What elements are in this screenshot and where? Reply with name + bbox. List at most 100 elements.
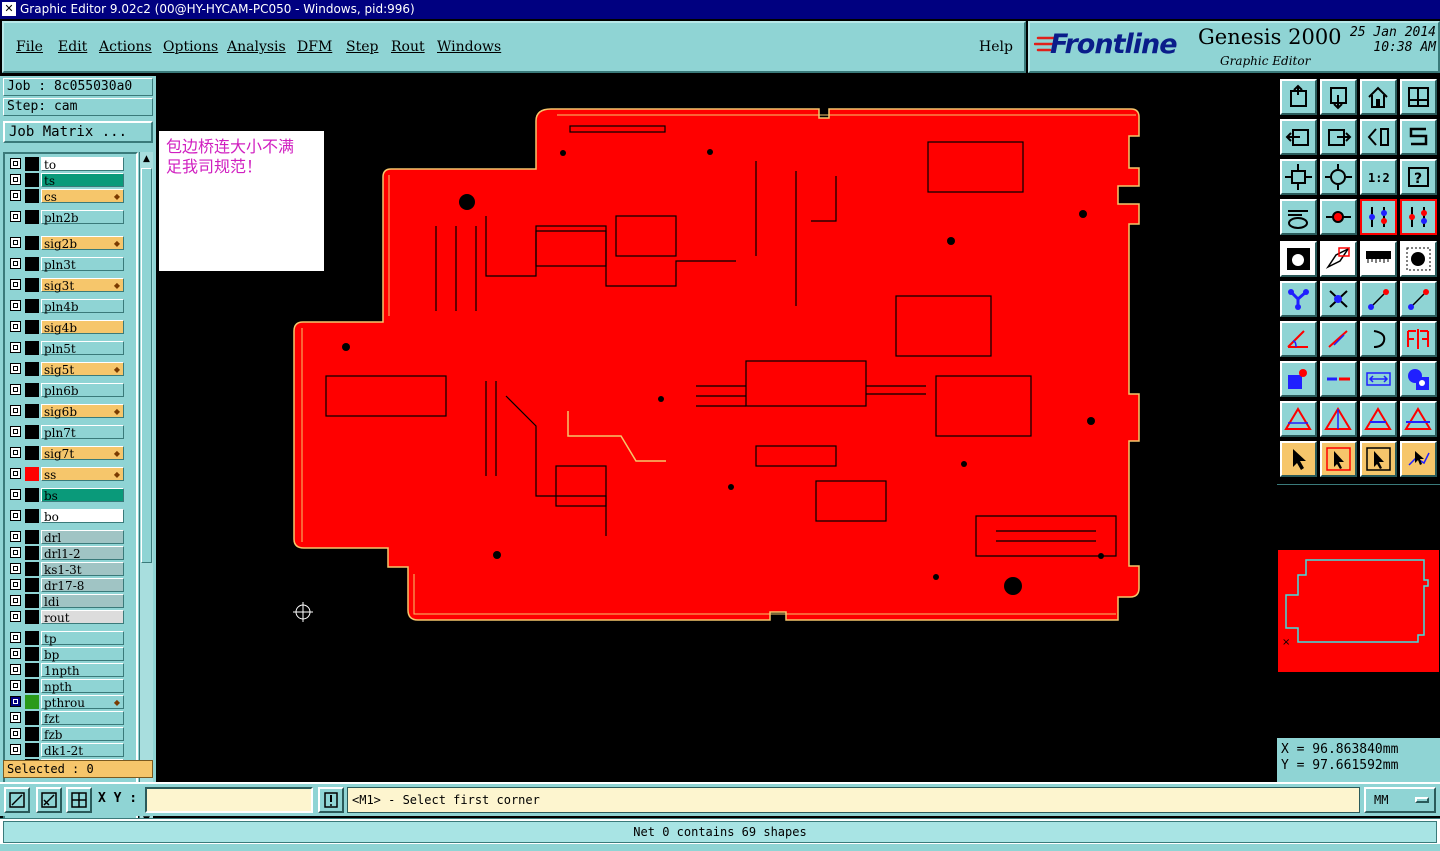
layer-checkbox[interactable] (10, 426, 21, 437)
snap-icon[interactable] (4, 787, 30, 813)
palette-settings-icon[interactable] (1280, 199, 1317, 235)
layer-row-pln4b[interactable]: pln4b (5, 298, 136, 314)
layer-color-swatch[interactable] (25, 236, 39, 250)
layer-color-swatch[interactable] (25, 383, 39, 397)
net-highlight-icon[interactable] (1360, 199, 1397, 235)
pad-select-icon[interactable] (1400, 241, 1437, 277)
xy-input[interactable] (145, 787, 313, 813)
menu-dfm[interactable]: DFM (297, 39, 332, 55)
select-pointer-icon[interactable] (1280, 441, 1317, 477)
pad-add-icon[interactable] (1280, 361, 1317, 397)
layer-row-tp[interactable]: tp (5, 630, 136, 646)
menu-options[interactable]: Options (163, 39, 218, 55)
layer-name[interactable]: pthrou ◆ (41, 695, 124, 710)
app-menu-icon[interactable]: ✕ (2, 2, 16, 16)
layer-color-swatch[interactable] (25, 631, 39, 645)
layer-name[interactable]: fzb (41, 727, 124, 742)
layer-color-swatch[interactable] (25, 663, 39, 677)
layer-row-dk1-2t[interactable]: dk1-2t (5, 742, 136, 758)
minimap-view[interactable]: × (1278, 550, 1439, 672)
add-net-icon[interactable] (1280, 281, 1317, 317)
triangle-fill-icon[interactable] (1360, 401, 1397, 437)
layer-color-swatch[interactable] (25, 679, 39, 693)
pan-left-icon[interactable] (1280, 119, 1317, 155)
layer-row-sig3t[interactable]: sig3t ◆ (5, 277, 136, 293)
layer-checkbox[interactable] (10, 712, 21, 723)
layer-name[interactable]: ss ◆ (41, 467, 124, 482)
graphic-canvas[interactable]: 包边桥连大小不满 足我司规范！ (156, 76, 1276, 782)
layer-color-swatch[interactable] (25, 257, 39, 271)
layer-name[interactable]: bs (41, 488, 124, 503)
layer-color-swatch[interactable] (25, 488, 39, 502)
layer-color-swatch[interactable] (25, 299, 39, 313)
layer-name[interactable]: pln3t (41, 257, 124, 272)
layer-checkbox[interactable] (10, 664, 21, 675)
layer-color-swatch[interactable] (25, 530, 39, 544)
layer-color-swatch[interactable] (25, 278, 39, 292)
triangle-tool-icon[interactable] (1280, 401, 1317, 437)
layer-row-bs[interactable]: bs (5, 487, 136, 503)
layer-checkbox[interactable] (10, 405, 21, 416)
grid-icon[interactable] (66, 787, 92, 813)
layer-name[interactable]: sig6b ◆ (41, 404, 124, 419)
scale-1-to-2-icon[interactable]: 1:2 (1360, 159, 1397, 195)
layer-color-swatch[interactable] (25, 362, 39, 376)
layer-color-swatch[interactable] (25, 425, 39, 439)
menu-actions[interactable]: Actions (99, 39, 152, 55)
flip-view-icon[interactable] (1360, 119, 1397, 155)
job-matrix-button[interactable]: Job Matrix ... (3, 121, 153, 143)
layer-color-swatch[interactable] (25, 404, 39, 418)
layer-color-swatch[interactable] (25, 562, 39, 576)
layer-color-swatch[interactable] (25, 173, 39, 187)
layer-row-to[interactable]: to (5, 156, 136, 172)
menu-step[interactable]: Step (346, 39, 378, 55)
units-select[interactable]: MM (1364, 787, 1436, 813)
layer-checkbox[interactable] (10, 468, 21, 479)
layer-name[interactable]: fzt (41, 711, 124, 726)
measure-probe-icon[interactable] (1320, 199, 1357, 235)
layer-color-swatch[interactable] (25, 446, 39, 460)
layer-row-pln3t[interactable]: pln3t (5, 256, 136, 272)
layer-checkbox[interactable] (10, 447, 21, 458)
layer-row-pln5t[interactable]: pln5t (5, 340, 136, 356)
layer-checkbox[interactable] (10, 696, 21, 707)
layer-row-sig2b[interactable]: sig2b ◆ (5, 235, 136, 251)
layer-color-swatch[interactable] (25, 578, 39, 592)
select-area-icon[interactable] (1360, 441, 1397, 477)
layer-color-swatch[interactable] (25, 711, 39, 725)
select-net-icon[interactable] (1400, 441, 1437, 477)
layer-name[interactable]: to (41, 157, 124, 172)
layer-name[interactable]: drl1-2 (41, 546, 124, 561)
zoom-down-icon[interactable] (1320, 79, 1357, 115)
layer-color-swatch[interactable] (25, 189, 39, 203)
layer-name[interactable]: drl (41, 530, 124, 545)
layer-row-drl[interactable]: drl (5, 529, 136, 545)
layer-color-swatch[interactable] (25, 157, 39, 171)
menu-file[interactable]: File (16, 39, 43, 55)
layer-checkbox[interactable] (10, 632, 21, 643)
layer-row-pln2b[interactable]: pln2b (5, 209, 136, 225)
layer-row-bp[interactable]: bp (5, 646, 136, 662)
layer-row-drl1-2[interactable]: drl1-2 (5, 545, 136, 561)
layer-name[interactable]: sig4b (41, 320, 124, 335)
layer-checkbox[interactable] (10, 279, 21, 290)
layer-checkbox[interactable] (10, 211, 21, 222)
layer-checkbox[interactable] (10, 744, 21, 755)
origin-cursor-icon[interactable] (293, 602, 313, 622)
layer-name[interactable]: sig2b ◆ (41, 236, 124, 251)
layer-color-swatch[interactable] (25, 594, 39, 608)
layer-row-fzb[interactable]: fzb (5, 726, 136, 742)
layer-row-sig6b[interactable]: sig6b ◆ (5, 403, 136, 419)
mirror-tool-icon[interactable] (1400, 321, 1437, 357)
connect-pads-icon[interactable] (1360, 281, 1397, 317)
layer-name[interactable]: bo (41, 509, 124, 524)
layer-row-ts[interactable]: ts (5, 172, 136, 188)
zoom-home-icon[interactable] (1280, 79, 1317, 115)
layer-color-swatch[interactable] (25, 743, 39, 757)
layer-checkbox[interactable] (10, 595, 21, 606)
layer-row-pthrou[interactable]: pthrou ◆ (5, 694, 136, 710)
layer-name[interactable]: cs ◆ (41, 189, 124, 204)
layer-name[interactable]: dr17-8 (41, 578, 124, 593)
scroll-up-icon[interactable]: ▲ (141, 154, 152, 165)
triangle-edit-icon[interactable] (1320, 401, 1357, 437)
